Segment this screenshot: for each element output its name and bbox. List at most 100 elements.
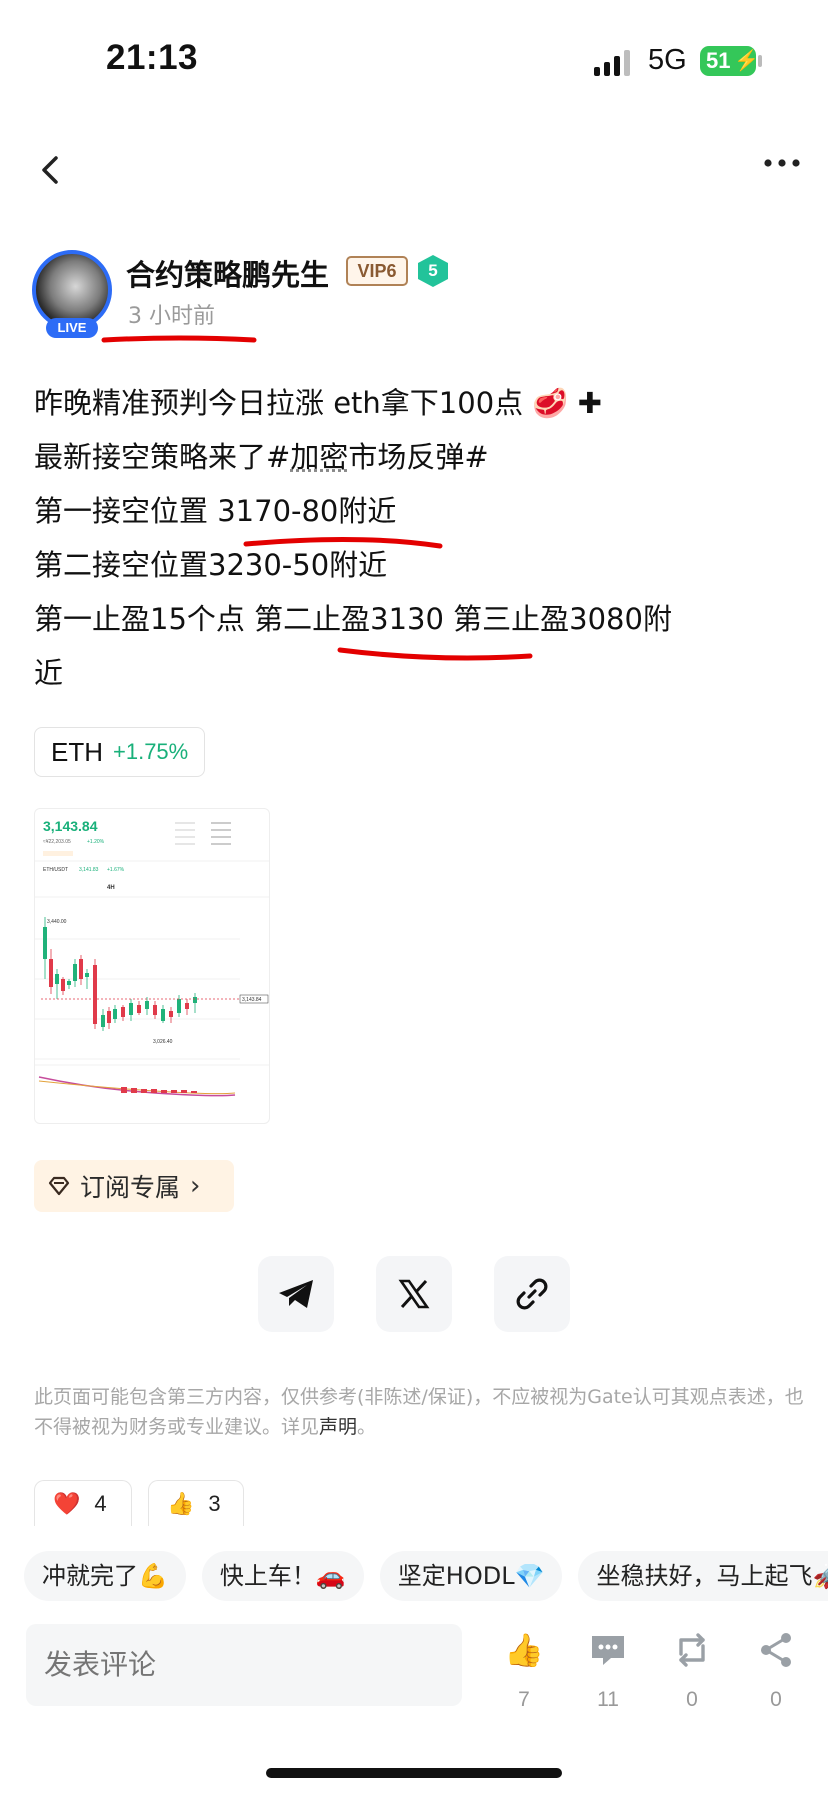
subscribe-label: 订阅专属 — [80, 1173, 181, 1202]
heart-reaction[interactable]: ❤️ 4 — [34, 1480, 132, 1526]
chart-pair-price: 3,141.83 — [79, 867, 99, 873]
disclaimer-text: 此页面可能包含第三方内容，仅供参考(非陈述/保证)，不应被视为Gate认可其观点… — [34, 1386, 804, 1438]
chart-price: 3,143.84 — [43, 818, 98, 834]
hashtag-text: 市场反弹# — [348, 440, 489, 474]
thumbs-up-count: 3 — [208, 1490, 221, 1516]
share-icon — [761, 1633, 791, 1667]
thumbs-up-icon: 👍 — [504, 1631, 544, 1669]
candle-body — [85, 973, 89, 977]
more-options-icon[interactable] — [762, 152, 802, 192]
post-text: 昨晚精准预判今日拉涨 eth拿下100点 — [34, 386, 524, 420]
live-badge: LIVE — [46, 318, 98, 338]
candle-body — [61, 979, 65, 991]
candle-body — [93, 965, 97, 1024]
candle-body — [55, 974, 59, 984]
telegram-share-button[interactable] — [258, 1256, 334, 1332]
candle-body — [153, 1005, 157, 1015]
candles — [43, 917, 197, 1031]
candle-body — [43, 927, 47, 959]
comment-icon — [592, 1636, 624, 1665]
candle-body — [177, 999, 181, 1013]
status-bar: 21:13 5G 51 ⚡ — [0, 0, 828, 120]
quick-reply-chip[interactable]: 快上车！🚗 — [201, 1551, 364, 1601]
comment-input[interactable] — [26, 1624, 462, 1706]
candle-body — [113, 1009, 117, 1019]
chevron-right-icon: › — [190, 1171, 201, 1201]
annotation-underline — [337, 647, 533, 661]
disclaimer: 此页面可能包含第三方内容，仅供参考(非陈述/保证)，不应被视为Gate认可其观点… — [34, 1382, 804, 1442]
vip-badge: VIP6 — [346, 256, 408, 286]
annotation-underline — [243, 536, 443, 549]
diamond-icon — [48, 1176, 70, 1196]
chart-pair-change: +1.67% — [107, 867, 125, 873]
annotation-underline — [101, 335, 257, 343]
network-label: 5G — [648, 44, 687, 76]
post-line: 第一接空位置 3170-80附近 — [34, 494, 397, 528]
chart-sub-price: ≈¥22,203.05 — [43, 839, 71, 845]
author-name[interactable]: 合约策略鹏先生 — [126, 252, 329, 294]
repost-button[interactable]: 0 — [662, 1630, 722, 1712]
copy-link-button[interactable] — [494, 1256, 570, 1332]
x-share-button[interactable] — [376, 1256, 452, 1332]
home-indicator — [266, 1768, 562, 1778]
plus-icon: ✚ — [577, 386, 603, 420]
comment-button[interactable]: 11 — [578, 1630, 638, 1712]
repost-count: 0 — [686, 1688, 698, 1711]
quick-reply-chip[interactable]: 冲就完了💪 — [24, 1551, 186, 1601]
post-line: 第一止盈15个点 第二止盈3130 第三止盈3080附 — [34, 602, 672, 636]
battery-icon: 51 ⚡ — [700, 46, 759, 76]
status-time: 21:13 — [106, 38, 199, 77]
chart-pair: ETH/USDT — [43, 867, 68, 873]
candle-body — [107, 1011, 111, 1023]
level-badge: 5 — [418, 255, 448, 287]
comment-count: 11 — [597, 1688, 619, 1711]
meat-emoji: 🥩 — [532, 386, 569, 420]
chart-image[interactable]: 3,143.84 ≈¥22,203.05 +1.20% ETH/USDT 3,1… — [34, 808, 270, 1124]
subscribe-button[interactable]: 订阅专属 › — [34, 1160, 234, 1212]
chart-interval: 4H — [107, 885, 115, 891]
post-line: 最新接空策略来了#加密市场反弹# — [34, 430, 794, 484]
ticker-tag[interactable]: ETH +1.75% — [34, 727, 206, 777]
post-text: 最新接空策略来了 — [34, 440, 267, 474]
statement-link[interactable]: 声明 — [319, 1416, 357, 1438]
x-icon — [398, 1279, 430, 1309]
candle-body — [169, 1011, 173, 1017]
candle-body — [67, 981, 71, 985]
thumbs-up-reaction[interactable]: 👍 3 — [148, 1480, 244, 1526]
ticker-change: +1.75% — [113, 739, 189, 764]
chart-low-label: 3,026.40 — [153, 1039, 173, 1045]
back-icon[interactable] — [36, 150, 66, 190]
hashtag-link[interactable]: #加密市场反弹# — [266, 440, 489, 474]
disclaimer-end: 。 — [357, 1416, 377, 1438]
like-count: 7 — [518, 1688, 530, 1711]
quick-reply-chip[interactable]: 坐稳扶好，马上起飞🚀 — [578, 1551, 828, 1601]
thumbs-up-icon: 👍 — [167, 1490, 195, 1516]
chart-high-label: 3,440.00 — [47, 919, 67, 925]
signal-icon — [594, 50, 634, 76]
quick-reply-chip[interactable]: 坚定HODL💎 — [379, 1551, 563, 1601]
candle-body — [137, 1005, 141, 1013]
telegram-icon — [279, 1280, 313, 1308]
heart-count: 4 — [94, 1490, 107, 1516]
candle-body — [129, 1003, 133, 1015]
candle-body — [121, 1007, 125, 1017]
candle-body — [49, 959, 53, 987]
ticker-symbol: ETH — [51, 736, 103, 767]
quick-reply-bar: 冲就完了💪 快上车！🚗 坚定HODL💎 坐稳扶好，马上起飞🚀 — [24, 1551, 828, 1601]
candle-body — [73, 964, 77, 981]
chart-sub-change: +1.20% — [87, 839, 105, 845]
share-button[interactable]: 0 — [746, 1630, 806, 1712]
like-button[interactable]: 👍 7 — [494, 1630, 554, 1712]
candle-body — [145, 1001, 149, 1009]
link-icon — [516, 1278, 548, 1310]
candle-body — [193, 997, 197, 1003]
charging-icon: ⚡ — [734, 50, 759, 72]
candle-body — [185, 1003, 189, 1009]
share-count: 0 — [770, 1688, 782, 1711]
battery-cap — [758, 55, 762, 67]
hashtag-text: 加密 — [290, 440, 349, 474]
candle-body — [101, 1015, 105, 1027]
post-line: 昨晚精准预判今日拉涨 eth拿下100点 🥩 ✚ — [34, 376, 794, 430]
post-time: 3 小时前 — [128, 304, 215, 329]
battery-level: 51 — [706, 48, 731, 73]
